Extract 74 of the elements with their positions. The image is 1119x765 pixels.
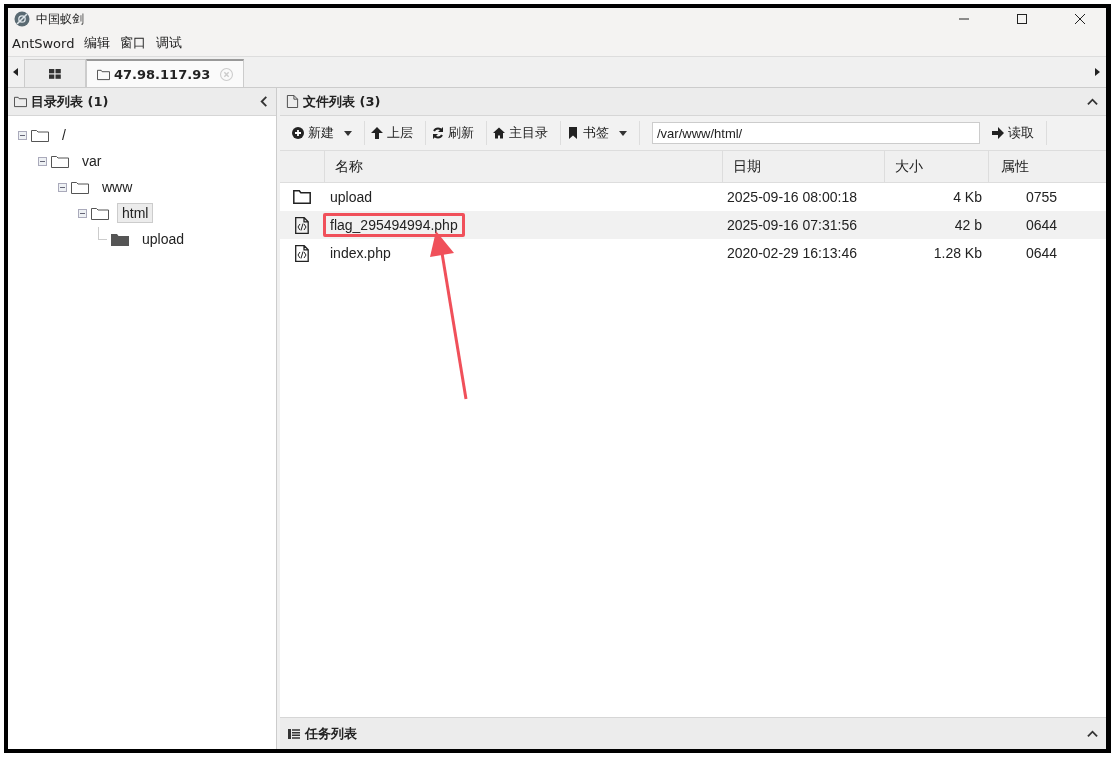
- plus-icon: [292, 127, 304, 139]
- bookmark-icon: [567, 127, 579, 139]
- file-size: 4 Kb: [952, 189, 983, 205]
- logo-icon: [14, 11, 30, 27]
- read-button[interactable]: 读取: [986, 121, 1047, 145]
- folder-icon: [97, 67, 110, 81]
- file-size: 1.28 Kb: [932, 245, 983, 261]
- tree-item[interactable]: www: [97, 177, 138, 197]
- file-size: 42 b: [953, 217, 983, 233]
- collapse-icon[interactable]: [260, 96, 268, 107]
- panel-title: 目录列表 (1): [31, 92, 109, 111]
- document-icon: [286, 95, 299, 108]
- toolbar-button[interactable]: 书签: [561, 121, 640, 145]
- menu-item[interactable]: 调试: [156, 34, 183, 52]
- code-file-icon: [295, 216, 309, 234]
- caret-icon: [619, 130, 627, 136]
- toolbar-button[interactable]: 刷新: [426, 121, 487, 145]
- tree-item[interactable]: var: [77, 151, 107, 171]
- tree-item[interactable]: html: [117, 203, 154, 223]
- folder-icon: [293, 190, 311, 204]
- collapse-toggle-icon[interactable]: [58, 182, 67, 192]
- folder-icon: [51, 154, 69, 168]
- panel-title: 任务列表: [305, 724, 357, 743]
- collapse-toggle-icon[interactable]: [38, 156, 47, 166]
- collapse-toggle-icon[interactable]: [78, 208, 87, 218]
- collapse-icon[interactable]: [1087, 97, 1098, 106]
- file-date: 2025-09-16 07:31:56: [726, 217, 858, 233]
- file-row[interactable]: upload 2025-09-16 08:00:18 4 Kb 0755: [280, 183, 1106, 211]
- home-tab[interactable]: [24, 59, 86, 87]
- arrow-up-icon: [371, 127, 383, 139]
- file-date: 2025-09-16 08:00:18: [726, 189, 858, 205]
- list-icon: [288, 727, 300, 740]
- scroll-right-icon[interactable]: [1095, 68, 1101, 76]
- file-row[interactable]: index.php 2020-02-29 16:13:46 1.28 Kb 0644: [280, 239, 1106, 267]
- scroll-left-icon[interactable]: [13, 68, 19, 76]
- folder-icon: [14, 95, 27, 108]
- file-name: index.php: [329, 244, 392, 263]
- column-header[interactable]: 名称: [325, 151, 723, 182]
- tree-item[interactable]: /: [57, 125, 71, 145]
- column-header[interactable]: 日期: [723, 151, 885, 182]
- folder-icon: [91, 206, 109, 220]
- file-permissions: 0755: [1025, 189, 1059, 205]
- expand-icon[interactable]: [1087, 729, 1098, 738]
- file-name: flag_295494994.php: [323, 213, 465, 237]
- tree-item[interactable]: upload: [137, 229, 190, 249]
- grid-icon: [49, 68, 61, 79]
- code-file-icon: [295, 244, 309, 262]
- maximize-icon[interactable]: [1016, 13, 1028, 25]
- menu-item[interactable]: 编辑: [84, 34, 111, 52]
- home-icon: [493, 127, 505, 139]
- path-field[interactable]: /var/www/html/: [652, 122, 980, 144]
- menu-item[interactable]: AntSword: [12, 35, 75, 51]
- file-permissions: 0644: [1025, 217, 1059, 233]
- tab-label: 47.98.117.93: [114, 66, 211, 82]
- close-icon[interactable]: [1074, 13, 1086, 25]
- file-date: 2020-02-29 16:13:46: [726, 245, 858, 261]
- arrow-right-icon: [992, 127, 1004, 139]
- file-permissions: 0644: [1025, 245, 1059, 261]
- toolbar-button[interactable]: 主目录: [487, 121, 561, 145]
- folder-icon: [31, 128, 49, 142]
- window-title: 中国蚁剑: [36, 10, 84, 28]
- menu-item[interactable]: 窗口: [120, 34, 147, 52]
- column-header[interactable]: 属性: [989, 151, 1106, 182]
- file-name: upload: [329, 188, 374, 207]
- caret-icon: [344, 130, 352, 136]
- toolbar-button[interactable]: 上层: [365, 121, 426, 145]
- folder-icon: [71, 180, 89, 194]
- toolbar-button[interactable]: 新建: [286, 121, 365, 145]
- refresh-icon: [432, 127, 444, 139]
- column-header[interactable]: 大小: [885, 151, 989, 182]
- collapse-toggle-icon[interactable]: [18, 130, 27, 140]
- file-row[interactable]: flag_295494994.php 2025-09-16 07:31:56 42 b 0644: [280, 211, 1106, 239]
- connection-tab[interactable]: 47.98.117.93: [86, 59, 245, 87]
- panel-title: 文件列表 (3): [303, 92, 381, 111]
